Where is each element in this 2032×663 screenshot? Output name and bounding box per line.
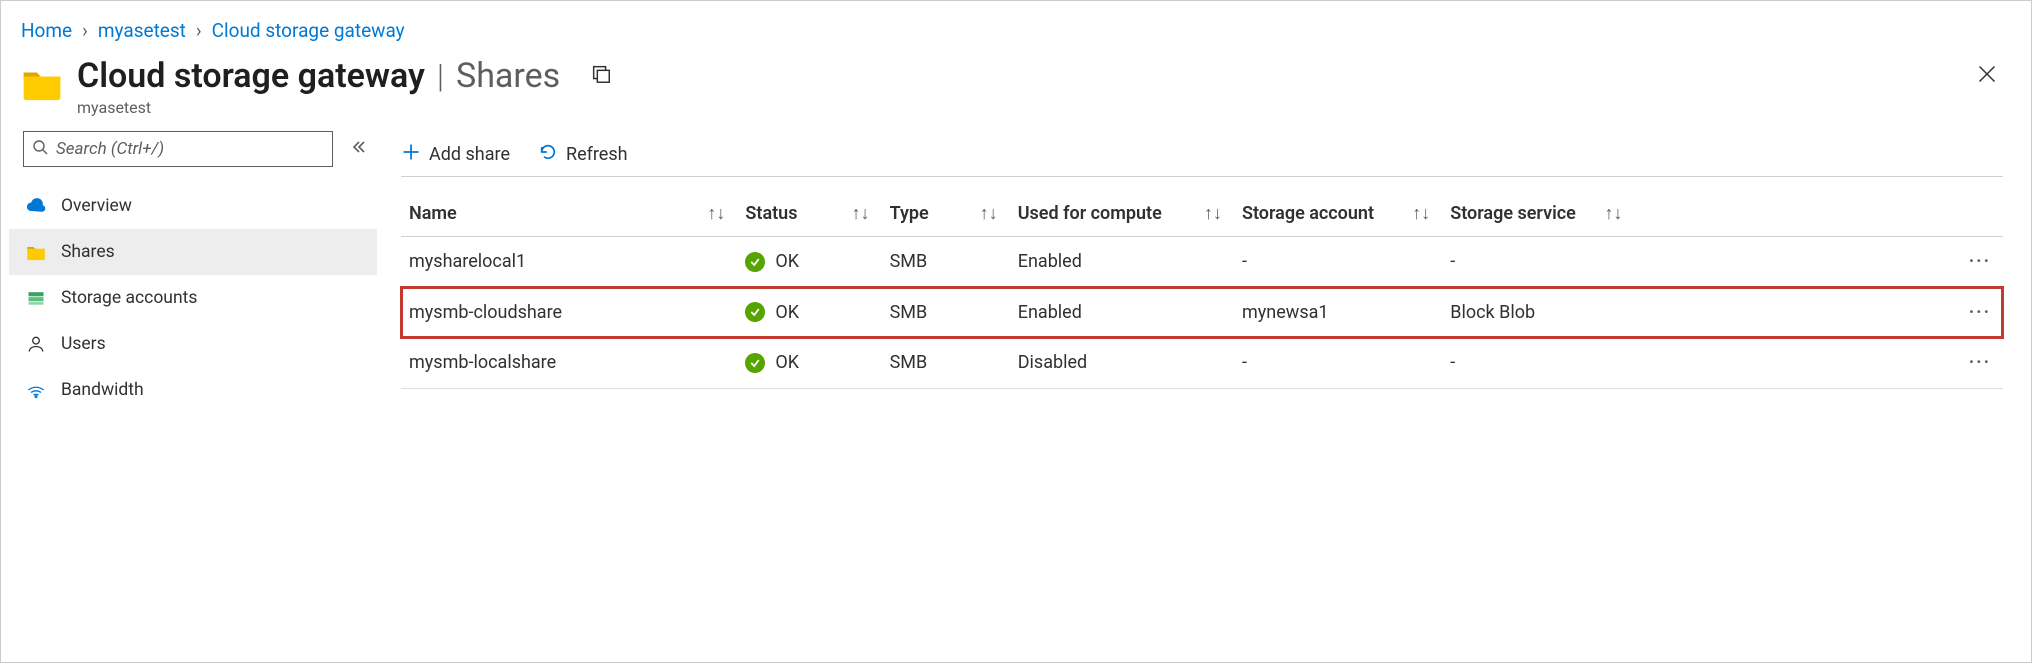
breadcrumb-resource[interactable]: myasetest xyxy=(98,19,186,42)
feedback-icon[interactable] xyxy=(590,63,612,90)
ok-icon xyxy=(745,353,765,373)
folder-icon xyxy=(25,242,47,262)
cell-name: mysharelocal1 xyxy=(401,237,737,288)
more-icon: ··· xyxy=(1969,352,1991,373)
cell-compute: Enabled xyxy=(1010,237,1234,288)
toolbar: Add share Refresh xyxy=(401,133,2003,177)
chevron-right-icon: › xyxy=(82,19,88,42)
cell-compute: Disabled xyxy=(1010,338,1234,389)
sidebar-item-shares[interactable]: Shares xyxy=(9,229,377,275)
refresh-icon xyxy=(538,142,558,167)
cell-service: - xyxy=(1442,237,1634,288)
sidebar-item-label: Bandwidth xyxy=(61,380,144,400)
folder-icon xyxy=(21,62,63,104)
column-header-account[interactable]: Storage account↑↓ xyxy=(1234,193,1442,237)
sort-icon: ↑↓ xyxy=(1204,203,1222,224)
column-header-name[interactable]: Name↑↓ xyxy=(401,193,737,237)
sort-icon: ↑↓ xyxy=(1604,203,1622,224)
sidebar-item-label: Overview xyxy=(61,196,132,216)
storage-icon xyxy=(25,288,47,308)
page-header: Cloud storage gateway | Shares myasetest xyxy=(9,50,2023,127)
row-actions-button[interactable]: ··· xyxy=(1634,338,2003,389)
page-section: Shares xyxy=(456,56,560,96)
breadcrumb-home[interactable]: Home xyxy=(21,19,72,42)
cell-compute: Enabled xyxy=(1010,287,1234,338)
table-row[interactable]: mysmb-cloudshareOKSMBEnabledmynewsa1Bloc… xyxy=(401,287,2003,338)
sort-icon: ↑↓ xyxy=(852,203,870,224)
sidebar-item-label: Users xyxy=(61,334,106,354)
refresh-button[interactable]: Refresh xyxy=(538,142,628,167)
breadcrumb-gateway[interactable]: Cloud storage gateway xyxy=(212,19,405,42)
more-icon: ··· xyxy=(1969,302,1991,323)
search-input[interactable] xyxy=(56,139,324,159)
close-icon[interactable] xyxy=(1977,64,1997,89)
breadcrumb: Home › myasetest › Cloud storage gateway xyxy=(9,5,2023,50)
cloud-icon xyxy=(25,196,47,216)
cell-account: - xyxy=(1234,237,1442,288)
collapse-sidebar-icon[interactable] xyxy=(351,139,367,160)
page-subtitle: myasetest xyxy=(77,98,612,117)
ok-icon xyxy=(745,252,765,272)
sidebar-item-label: Storage accounts xyxy=(61,288,197,308)
add-share-label: Add share xyxy=(429,144,510,165)
cell-name: mysmb-localshare xyxy=(401,338,737,389)
cell-type: SMB xyxy=(882,237,1010,288)
sort-icon: ↑↓ xyxy=(980,203,998,224)
cell-status: OK xyxy=(737,338,881,389)
cell-service: Block Blob xyxy=(1442,287,1634,338)
sidebar-item-storage-accounts[interactable]: Storage accounts xyxy=(9,275,377,321)
row-actions-button[interactable]: ··· xyxy=(1634,287,2003,338)
sidebar: Overview Shares Storage accounts Users Bandw… xyxy=(9,127,377,413)
plus-icon xyxy=(401,142,421,167)
table-row[interactable]: mysmb-localshareOKSMBDisabled--··· xyxy=(401,338,2003,389)
row-actions-button[interactable]: ··· xyxy=(1634,237,2003,288)
sidebar-item-users[interactable]: Users xyxy=(9,321,377,367)
cell-status: OK xyxy=(737,237,881,288)
sort-icon: ↑↓ xyxy=(1412,203,1430,224)
sidebar-item-label: Shares xyxy=(61,242,115,262)
cell-name: mysmb-cloudshare xyxy=(401,287,737,338)
page-title: Cloud storage gateway xyxy=(77,56,425,96)
column-header-type[interactable]: Type↑↓ xyxy=(882,193,1010,237)
cell-type: SMB xyxy=(882,338,1010,389)
column-header-service[interactable]: Storage service↑↓ xyxy=(1442,193,1634,237)
refresh-label: Refresh xyxy=(566,144,628,165)
table-row[interactable]: mysharelocal1OKSMBEnabled--··· xyxy=(401,237,2003,288)
sidebar-item-overview[interactable]: Overview xyxy=(9,183,377,229)
cell-status: OK xyxy=(737,287,881,338)
chevron-right-icon: › xyxy=(196,19,202,42)
user-icon xyxy=(25,334,47,354)
column-header-compute[interactable]: Used for compute↑↓ xyxy=(1010,193,1234,237)
sidebar-item-bandwidth[interactable]: Bandwidth xyxy=(9,367,377,413)
sort-icon: ↑↓ xyxy=(707,203,725,224)
add-share-button[interactable]: Add share xyxy=(401,142,510,167)
cell-account: mynewsa1 xyxy=(1234,287,1442,338)
main-content: Add share Refresh Name↑↓ S xyxy=(377,127,2023,413)
shares-table: Name↑↓ Status↑↓ Type↑↓ Used for compute↑… xyxy=(401,193,2003,389)
bandwidth-icon xyxy=(25,380,47,400)
more-icon: ··· xyxy=(1969,251,1991,272)
cell-type: SMB xyxy=(882,287,1010,338)
search-icon xyxy=(32,139,48,160)
cell-service: - xyxy=(1442,338,1634,389)
cell-account: - xyxy=(1234,338,1442,389)
ok-icon xyxy=(745,302,765,322)
column-header-status[interactable]: Status↑↓ xyxy=(737,193,881,237)
search-input-wrapper[interactable] xyxy=(23,131,333,167)
